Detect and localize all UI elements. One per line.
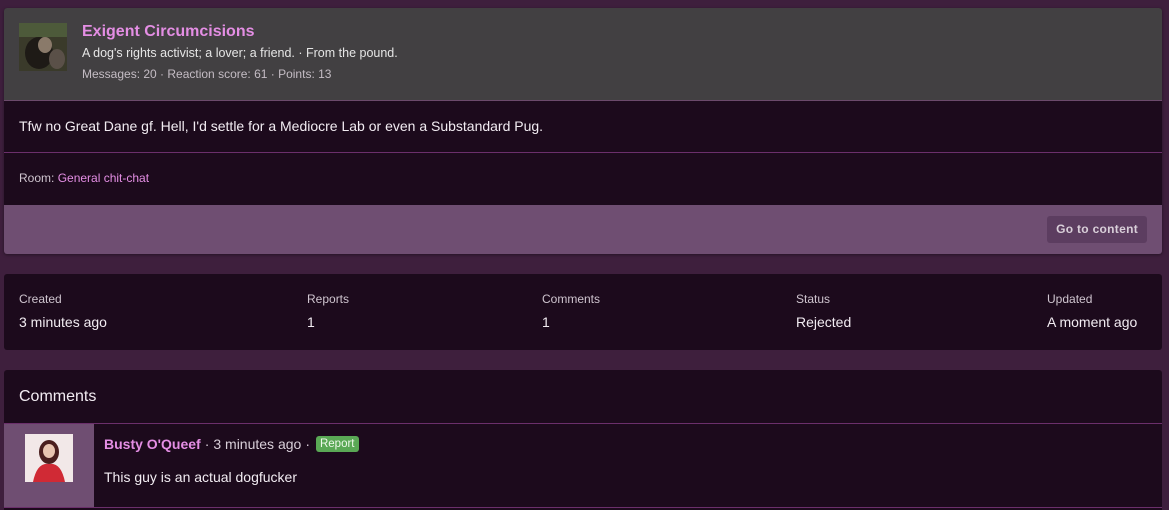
stat-created: Created 3 minutes ago	[19, 292, 107, 330]
stat-reports: Reports 1	[307, 292, 349, 330]
separator: ·	[204, 436, 210, 452]
comments-block: Comments Busty O'Queef · 3 minutes ago ·…	[4, 370, 1162, 510]
stat-label: Updated	[1047, 292, 1093, 306]
user-title: A dog's rights activist; a lover; a frie…	[82, 46, 398, 60]
stat-value: 1	[542, 314, 550, 330]
comments-title: Comments	[4, 370, 1162, 424]
comment-item: Busty O'Queef · 3 minutes ago · Report T…	[4, 424, 1162, 508]
stat-comments: Comments 1	[542, 292, 600, 330]
stat-status: Status Rejected	[796, 292, 851, 330]
stat-value: A moment ago	[1047, 314, 1138, 330]
stat-label: Created	[19, 292, 62, 306]
report-badge: Report	[315, 436, 359, 452]
room-link[interactable]: General chit-chat	[58, 171, 149, 185]
report-stats-block: Created 3 minutes ago Reports 1 Comments…	[4, 274, 1162, 350]
commenter-avatar[interactable]	[25, 434, 73, 482]
report-content-block: Exigent Circumcisions A dog's rights act…	[4, 8, 1162, 254]
stat-value: 3 minutes ago	[19, 314, 107, 330]
reported-message: Tfw no Great Dane gf. Hell, I'd settle f…	[4, 101, 1162, 153]
user-avatar[interactable]	[19, 23, 67, 71]
stat-label: Status	[796, 292, 831, 306]
room-info: Room: General chit-chat	[4, 153, 1162, 206]
stat-value: Rejected	[796, 314, 852, 330]
go-to-content-button[interactable]: Go to content	[1047, 216, 1147, 243]
comment-header: Busty O'Queef · 3 minutes ago · Report	[104, 436, 359, 452]
comment-sidebar	[4, 424, 94, 507]
username-link[interactable]: Exigent Circumcisions	[82, 23, 255, 41]
comment-time: 3 minutes ago	[213, 436, 302, 452]
stat-value: 1	[307, 314, 315, 330]
separator: ·	[305, 436, 310, 452]
stat-updated: Updated A moment ago	[1047, 292, 1137, 330]
comment-text: This guy is an actual dogfucker	[104, 469, 297, 485]
stat-label: Comments	[542, 292, 601, 306]
stat-label: Reports	[307, 292, 350, 306]
room-label: Room:	[19, 171, 55, 185]
commenter-name-link[interactable]: Busty O'Queef	[104, 436, 201, 452]
report-footer: Go to content	[4, 205, 1162, 254]
user-header: Exigent Circumcisions A dog's rights act…	[4, 8, 1162, 101]
user-stats: Messages: 20 · Reaction score: 61 · Poin…	[82, 67, 332, 81]
